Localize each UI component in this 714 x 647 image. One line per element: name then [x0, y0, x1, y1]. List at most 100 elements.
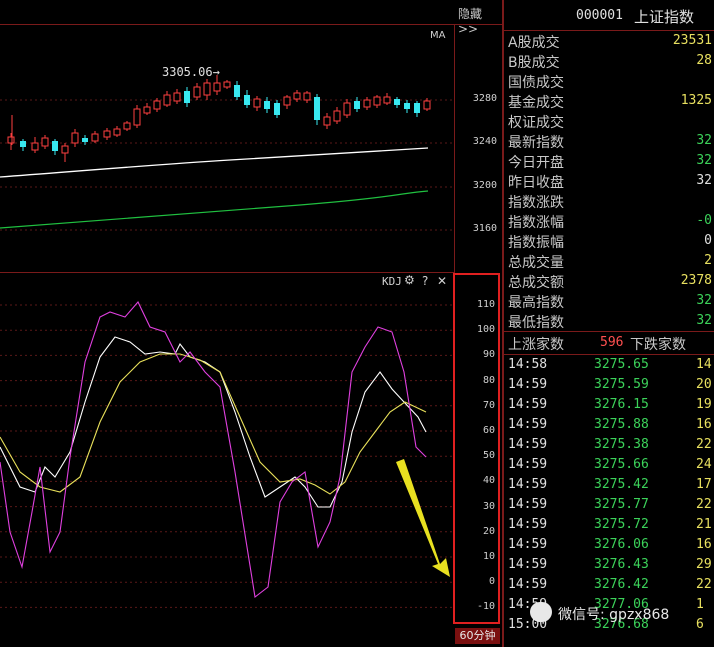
- candle-body: [283, 96, 291, 106]
- candle-body: [343, 102, 351, 116]
- candle-body: [213, 82, 221, 92]
- candle-body: [82, 138, 88, 142]
- candle-body: [103, 130, 111, 138]
- kdj-y-tick: 100: [476, 324, 495, 336]
- candle-body: [223, 81, 231, 88]
- quote-row-label: 权证成交: [508, 115, 564, 131]
- quote-row-label: 总成交额: [508, 275, 564, 291]
- candle-body: [293, 92, 301, 100]
- quote-row-label: 最高指数: [508, 295, 564, 311]
- candle-body: [244, 95, 250, 105]
- candle-body: [91, 133, 99, 142]
- candle-body: [414, 103, 420, 113]
- tick-price: 3275.77: [594, 497, 649, 512]
- candle-body: [363, 99, 371, 108]
- tick-price: 3275.38: [594, 437, 649, 452]
- candle-body: [303, 92, 311, 101]
- kdj-k-line: [0, 336, 427, 508]
- candle-body: [52, 141, 58, 151]
- tick-time: 14:59: [508, 517, 548, 532]
- candle-body: [61, 145, 69, 154]
- candle-body: [7, 136, 15, 144]
- quote-row-label: 今日开盘: [508, 155, 564, 171]
- tick-price: 3275.72: [594, 517, 649, 532]
- quote-row-label: 昨日收盘: [508, 175, 564, 191]
- wechat-icon: [530, 602, 552, 622]
- quote-row-value: 32: [696, 133, 712, 148]
- candle-body: [383, 96, 391, 104]
- price-y-tick: 3200: [472, 180, 497, 191]
- kdj-y-tick: 50: [482, 450, 495, 462]
- kdj-y-tick: 0: [488, 576, 495, 588]
- kdj-y-tick: 40: [482, 475, 495, 487]
- breadth-row: 上涨家数 596 下跌家数: [504, 331, 714, 355]
- quote-row-label: 最低指数: [508, 315, 564, 331]
- quote-row-value: 0: [704, 233, 712, 248]
- candle-body: [264, 101, 270, 109]
- ma-green-line: [0, 190, 429, 229]
- candle-body: [354, 101, 360, 109]
- candle-body: [20, 141, 26, 147]
- tick-time: 14:59: [508, 417, 548, 432]
- tick-vol: 20: [696, 377, 712, 392]
- quote-row-label: 国债成交: [508, 75, 564, 91]
- kdj-y-tick: -10: [476, 601, 495, 613]
- tick-time: 14:59: [508, 497, 548, 512]
- candle-body: [133, 108, 141, 126]
- candle-body: [163, 94, 171, 106]
- quote-row-value: 2: [704, 253, 712, 268]
- period-selector[interactable]: 60分钟: [455, 628, 500, 644]
- tick-row: 14:58 3275.65 14: [506, 357, 714, 377]
- tick-time: 14:59: [508, 437, 548, 452]
- candle-body: [31, 142, 39, 151]
- kdj-y-tick: 60: [482, 425, 495, 436]
- tick-vol: 14: [696, 357, 712, 372]
- watermark: 微信号: gpzx868: [530, 602, 710, 624]
- tick-time: 14:59: [508, 557, 548, 572]
- candle-body: [373, 96, 381, 106]
- up-count-value: 596: [600, 335, 624, 350]
- kdj-d-line: [0, 353, 427, 495]
- stock-name: 上证指数: [634, 8, 695, 26]
- chart-area[interactable]: 隐藏>> MA 3305.06→ 3280 3240 3200 3160 KDJ…: [0, 0, 504, 647]
- kdj-y-tick: 70: [482, 399, 495, 411]
- price-y-tick: 3160: [472, 223, 497, 234]
- candle-body: [253, 98, 261, 108]
- annotation-arrow: [396, 459, 450, 577]
- tick-row: 14:59 3276.06 16: [506, 537, 714, 557]
- tick-vol: 16: [696, 417, 712, 432]
- tick-time: 14:59: [508, 577, 548, 592]
- quote-row-label: 指数涨幅: [508, 215, 564, 231]
- hide-panel-button[interactable]: 隐藏>>: [458, 5, 500, 36]
- candlestick-chart: [0, 75, 454, 231]
- tick-price: 3275.59: [594, 377, 649, 392]
- tick-time: 14:59: [508, 397, 548, 412]
- quote-row-value: 2378: [680, 273, 712, 288]
- tick-time: 14:59: [508, 457, 548, 472]
- quote-row-value: 32: [696, 173, 712, 188]
- tick-vol: 22: [696, 497, 712, 512]
- tick-row: 14:59 3276.43 29: [506, 557, 714, 577]
- tick-vol: 22: [696, 437, 712, 452]
- tick-price: 3275.66: [594, 457, 649, 472]
- quote-row-label: 指数涨跌: [508, 195, 564, 211]
- tick-vol: 24: [696, 457, 712, 472]
- tick-time: 14:59: [508, 377, 548, 392]
- tick-time: 14:59: [508, 537, 548, 552]
- quote-row-label: A股成交: [508, 35, 560, 51]
- price-y-tick: 3240: [472, 136, 497, 147]
- tick-vol: 17: [696, 477, 712, 492]
- tick-row: 14:59 3275.59 20: [506, 377, 714, 397]
- kdj-y-tick: 30: [482, 500, 495, 512]
- candle-body: [184, 91, 190, 103]
- candle-body: [123, 122, 131, 130]
- quote-row-value: -0: [696, 213, 712, 228]
- price-y-tick: 3280: [472, 93, 497, 104]
- candle-body: [323, 116, 331, 126]
- kdj-y-tick: 20: [482, 525, 495, 537]
- tick-price: 3276.43: [594, 557, 649, 572]
- tick-price: 3275.88: [594, 417, 649, 432]
- stock-code: 000001: [576, 8, 623, 23]
- candle-body: [274, 103, 280, 115]
- quote-row-value: 23531: [672, 33, 712, 48]
